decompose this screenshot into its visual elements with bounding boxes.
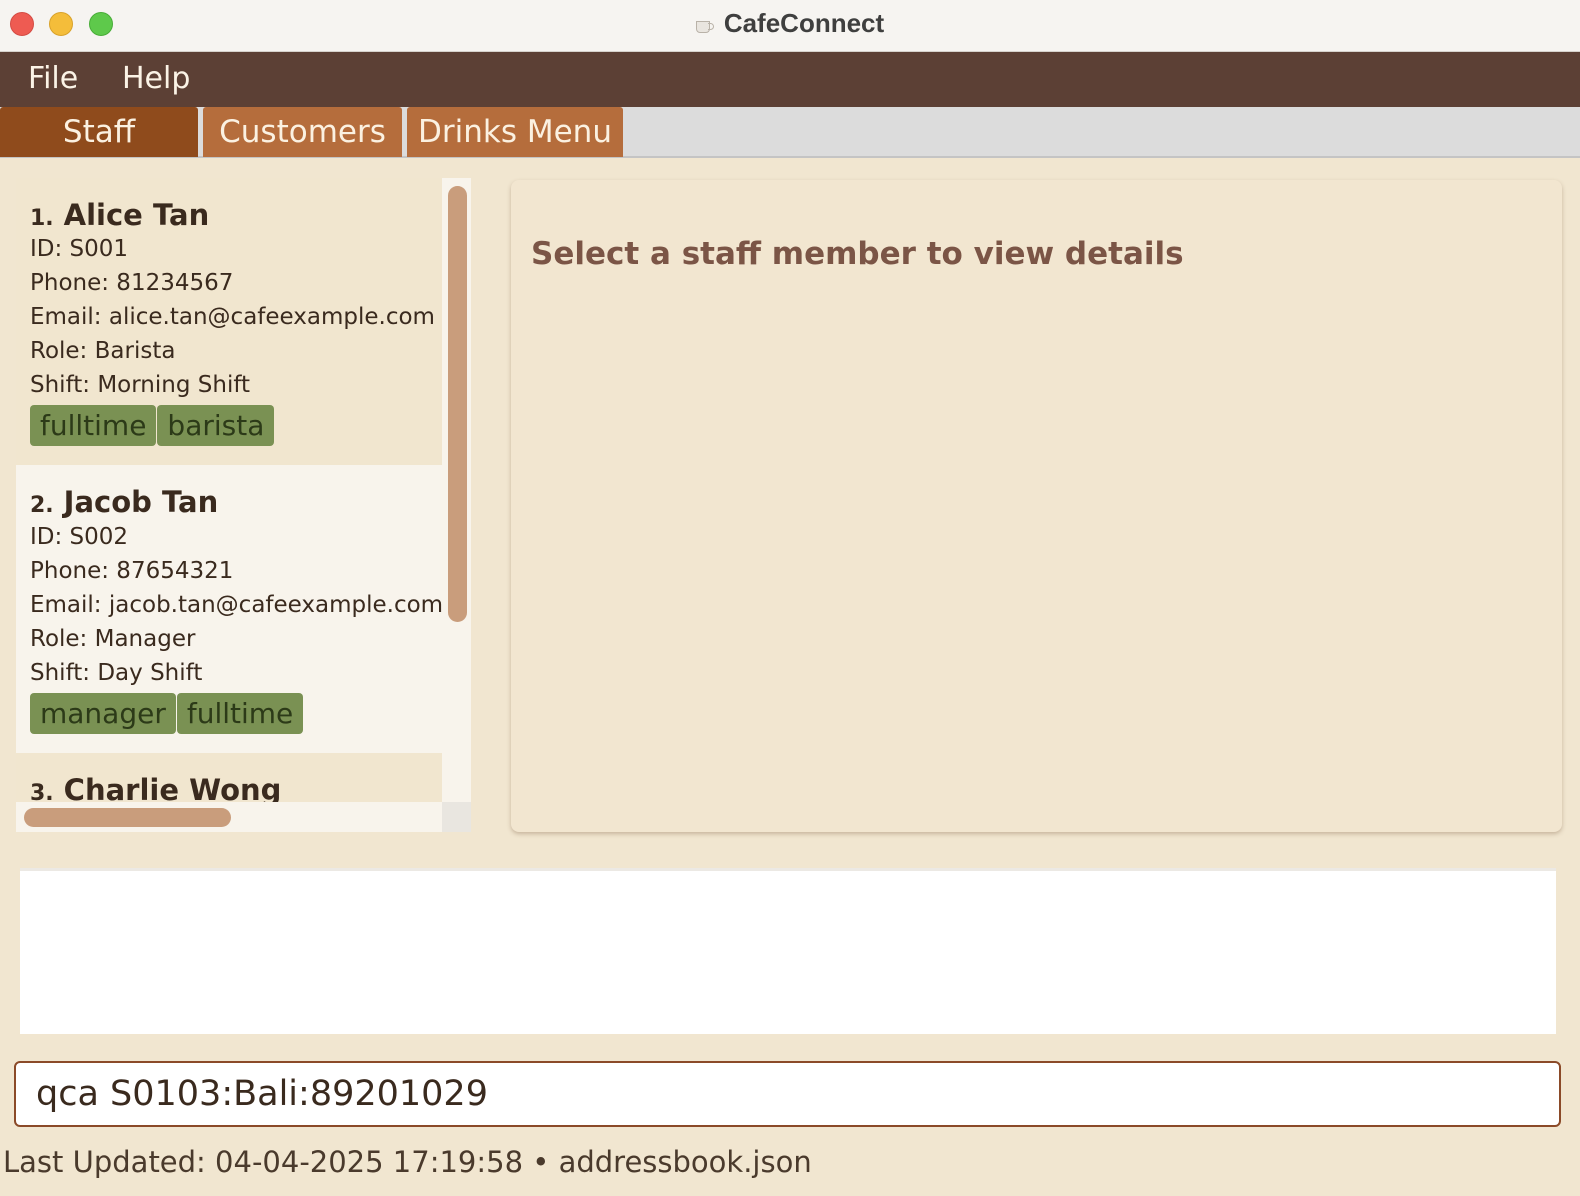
staff-index: 2. (30, 493, 54, 518)
vertical-scroll-thumb[interactable] (448, 186, 467, 622)
staff-id: ID: S002 (30, 524, 129, 550)
tab-customers[interactable]: Customers (203, 107, 402, 157)
staff-phone: Phone: 81234567 (30, 270, 234, 296)
staff-shift: Shift: Morning Shift (30, 372, 251, 398)
staff-email: Email: alice.tan@cafeexample.com (30, 304, 435, 330)
staff-index: 3. (30, 781, 54, 802)
staff-id: ID: S001 (30, 236, 129, 262)
tag-fulltime: fulltime (176, 693, 304, 734)
staff-tags: fulltime barista (30, 405, 275, 446)
staff-card-header: 2. Jacob Tan (30, 485, 218, 519)
staff-card[interactable]: 3. Charlie Wong (16, 753, 442, 802)
window-title: CafeConnect (0, 8, 1580, 39)
title-bar: CafeConnect (0, 0, 1580, 52)
tag-barista: barista (157, 405, 275, 446)
horizontal-scroll-thumb[interactable] (24, 808, 231, 827)
staff-name: Alice Tan (63, 198, 210, 232)
staff-card[interactable]: 2. Jacob Tan ID: S002 Phone: 87654321 Ema… (16, 465, 442, 753)
command-input[interactable] (14, 1061, 1561, 1127)
menu-bar: File Help (0, 52, 1580, 107)
staff-phone: Phone: 87654321 (30, 558, 234, 584)
result-display (20, 868, 1556, 1034)
staff-name: Charlie Wong (63, 773, 282, 802)
staff-card-header: 1. Alice Tan (30, 198, 209, 232)
tag-manager: manager (30, 693, 176, 734)
menu-help[interactable]: Help (122, 61, 190, 96)
tab-staff[interactable]: Staff (0, 107, 198, 157)
tag-fulltime: fulltime (30, 405, 157, 446)
staff-list[interactable]: 1. Alice Tan ID: S001 Phone: 81234567 Ema… (16, 178, 471, 832)
staff-shift: Shift: Day Shift (30, 660, 203, 686)
status-bar: Last Updated: 04-04-2025 17:19:58 • addr… (3, 1145, 812, 1179)
staff-role: Role: Barista (30, 338, 176, 364)
scroll-corner (442, 802, 471, 832)
detail-placeholder-text: Select a staff member to view details (531, 236, 1184, 272)
tab-bar: Staff Customers Drinks Menu (0, 107, 1580, 158)
staff-role: Role: Manager (30, 626, 196, 652)
staff-index: 1. (30, 206, 54, 231)
window-title-text: CafeConnect (723, 8, 885, 38)
tab-drinks-menu[interactable]: Drinks Menu (407, 107, 623, 157)
menu-file[interactable]: File (28, 61, 78, 96)
staff-detail-panel: Select a staff member to view details (511, 180, 1562, 832)
staff-card-header: 3. Charlie Wong (30, 773, 281, 802)
staff-email: Email: jacob.tan@cafeexample.com (30, 592, 442, 618)
staff-name: Jacob Tan (63, 485, 219, 519)
coffee-cup-icon (695, 18, 714, 34)
staff-tags: manager fulltime (30, 693, 304, 734)
staff-card[interactable]: 1. Alice Tan ID: S001 Phone: 81234567 Ema… (16, 178, 442, 465)
